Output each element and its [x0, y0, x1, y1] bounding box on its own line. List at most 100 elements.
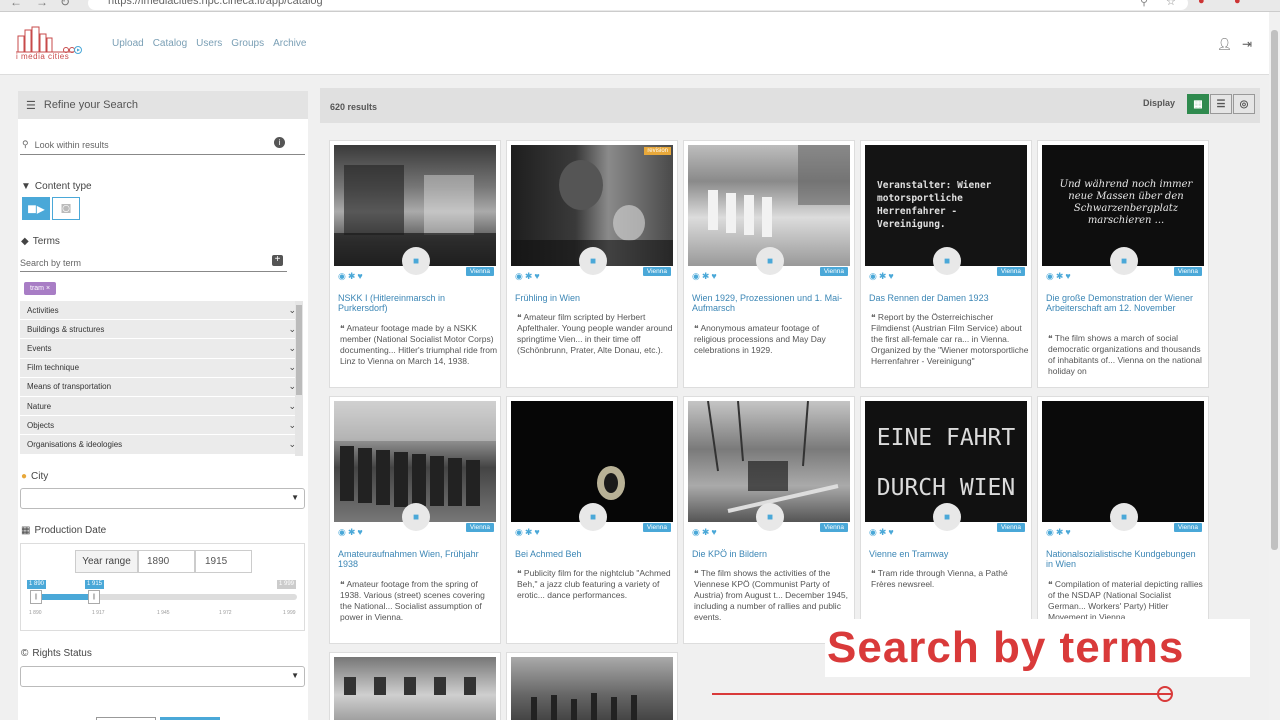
heart-icon[interactable]: ♥: [357, 527, 364, 537]
page-scrollbar[interactable]: [1269, 12, 1280, 720]
card-title[interactable]: Die große Demonstration der Wiener Arbei…: [1046, 293, 1204, 313]
result-card[interactable]: ■ ◉✱♥ Vienna Wien 1929, Prozessionen und…: [683, 140, 855, 388]
heart-icon[interactable]: ♥: [534, 271, 541, 281]
video-type-button[interactable]: ■▸: [22, 197, 50, 220]
heart-icon[interactable]: ♥: [357, 271, 364, 281]
gear-icon[interactable]: ✱: [879, 271, 889, 281]
term-category[interactable]: Means of transportation ⌄: [20, 377, 303, 397]
term-category[interactable]: Organisations & ideologies ⌄: [20, 435, 303, 455]
result-card[interactable]: ■ ◉✱♥ Vienna Amateuraufnahmen Wien, Früh…: [329, 396, 501, 644]
gear-icon[interactable]: ✱: [1056, 271, 1066, 281]
result-card[interactable]: ■ ◉✱♥ Vienna NSKK I (Hitlereinmarsch in …: [329, 140, 501, 388]
slider-handle-to[interactable]: ||: [88, 590, 100, 604]
gear-icon[interactable]: ✱: [1056, 527, 1066, 537]
term-list-scrollbar[interactable]: [295, 301, 303, 456]
result-card[interactable]: ■ ◉✱♥ Vienna Nationalsozialistische Kund…: [1037, 396, 1209, 644]
card-title[interactable]: Bei Achmed Beh: [515, 549, 673, 559]
term-category[interactable]: Buildings & structures ⌄: [20, 320, 303, 340]
heart-icon[interactable]: ♥: [711, 271, 718, 281]
gear-icon[interactable]: ✱: [525, 271, 535, 281]
video-thumbnail[interactable]: [511, 657, 673, 720]
play-button[interactable]: ■: [1110, 503, 1138, 531]
card-title[interactable]: Nationalsozialistische Kundgebungen in W…: [1046, 549, 1204, 569]
year-to-input[interactable]: 1915: [195, 550, 252, 573]
heart-icon[interactable]: ♥: [1065, 527, 1072, 537]
logout-icon[interactable]: ⇥: [1242, 37, 1252, 51]
year-from-input[interactable]: 1890: [138, 550, 195, 573]
result-card[interactable]: [329, 652, 501, 720]
city-select[interactable]: ▼: [20, 488, 305, 509]
eye-icon[interactable]: ◉: [692, 527, 702, 537]
image-type-button[interactable]: ◙: [52, 197, 80, 220]
card-title[interactable]: Vienne en Tramway: [869, 549, 1027, 559]
address-bar[interactable]: https://imediacities.hpc.cineca.it/app/c…: [88, 0, 1188, 10]
term-category[interactable]: Nature ⌄: [20, 396, 303, 417]
card-title[interactable]: Das Rennen der Damen 1923: [869, 293, 1027, 303]
gear-icon[interactable]: ✱: [348, 271, 358, 281]
eye-icon[interactable]: ◉: [692, 271, 702, 281]
result-card[interactable]: Und während noch immer neue Massen über …: [1037, 140, 1209, 388]
gear-icon[interactable]: ✱: [702, 527, 712, 537]
nav-catalog[interactable]: Catalog: [153, 38, 187, 49]
eye-icon[interactable]: ◉: [1046, 527, 1056, 537]
eye-icon[interactable]: ◉: [1046, 271, 1056, 281]
play-button[interactable]: ■: [756, 247, 784, 275]
heart-icon[interactable]: ♥: [711, 527, 718, 537]
term-category[interactable]: Events ⌄: [20, 339, 303, 359]
result-card[interactable]: [506, 652, 678, 720]
info-icon[interactable]: i: [274, 137, 285, 148]
profile-icon[interactable]: ●: [1234, 0, 1241, 7]
map-view-button[interactable]: ◎: [1233, 94, 1255, 114]
play-button[interactable]: ■: [756, 503, 784, 531]
forward-icon[interactable]: →: [36, 0, 48, 9]
tram-tag[interactable]: tram ×: [24, 282, 57, 295]
play-button[interactable]: ■: [579, 503, 607, 531]
result-card[interactable]: revision ■ ◉✱♥ Vienna Frühling in Wien ❝…: [506, 140, 678, 388]
play-button[interactable]: ■: [933, 247, 961, 275]
play-button[interactable]: ■: [402, 247, 430, 275]
nav-upload[interactable]: Upload: [112, 38, 144, 49]
play-button[interactable]: ■: [579, 247, 607, 275]
term-category[interactable]: Film technique ⌄: [20, 358, 303, 378]
back-icon[interactable]: ←: [10, 0, 22, 9]
result-card[interactable]: Veranstalter: Wiener motorsportliche Her…: [860, 140, 1032, 388]
term-search-input[interactable]: Search by term: [20, 254, 287, 272]
term-category[interactable]: Objects ⌄: [20, 416, 303, 436]
heart-icon[interactable]: ♥: [534, 527, 541, 537]
play-button[interactable]: ■: [933, 503, 961, 531]
card-title[interactable]: Die KPÖ in Bildern: [692, 549, 850, 559]
year-slider[interactable]: || ||: [30, 590, 297, 604]
extension-icon[interactable]: ●: [1198, 0, 1205, 7]
card-title[interactable]: Amateuraufnahmen Wien, Frühjahr 1938: [338, 549, 496, 569]
heart-icon[interactable]: ♥: [1065, 271, 1072, 281]
eye-icon[interactable]: ◉: [338, 527, 348, 537]
nav-groups[interactable]: Groups: [231, 38, 264, 49]
play-button[interactable]: ■: [402, 503, 430, 531]
add-term-icon[interactable]: +: [272, 255, 283, 266]
rights-select[interactable]: ▼: [20, 666, 305, 687]
timeline-knob[interactable]: [1157, 686, 1173, 702]
eye-icon[interactable]: ◉: [869, 271, 879, 281]
look-within-input[interactable]: ⚲ Look within results i: [20, 135, 305, 155]
eye-icon[interactable]: ◉: [869, 527, 879, 537]
gear-icon[interactable]: ✱: [702, 271, 712, 281]
search-icon[interactable]: ⚲: [1140, 0, 1148, 8]
result-card[interactable]: ■ ◉✱♥ Vienna Bei Achmed Beh ❝ Publicity …: [506, 396, 678, 644]
grid-view-button[interactable]: ▦: [1187, 94, 1209, 114]
reload-icon[interactable]: ↻: [60, 0, 70, 9]
eye-icon[interactable]: ◉: [338, 271, 348, 281]
card-title[interactable]: Wien 1929, Prozessionen und 1. Mai-Aufma…: [692, 293, 850, 313]
gear-icon[interactable]: ✱: [348, 527, 358, 537]
card-title[interactable]: Frühling in Wien: [515, 293, 673, 303]
heart-icon[interactable]: ♥: [888, 271, 895, 281]
heart-icon[interactable]: ♥: [888, 527, 895, 537]
eye-icon[interactable]: ◉: [515, 271, 525, 281]
user-icon[interactable]: 👤︎: [1217, 37, 1232, 51]
nav-users[interactable]: Users: [196, 38, 222, 49]
slider-handle-from[interactable]: ||: [30, 590, 42, 604]
nav-archive[interactable]: Archive: [273, 38, 306, 49]
video-thumbnail[interactable]: [334, 657, 496, 720]
gear-icon[interactable]: ✱: [525, 527, 535, 537]
term-category[interactable]: Activities ⌄: [20, 301, 303, 321]
logo[interactable]: i media cities: [14, 26, 94, 66]
